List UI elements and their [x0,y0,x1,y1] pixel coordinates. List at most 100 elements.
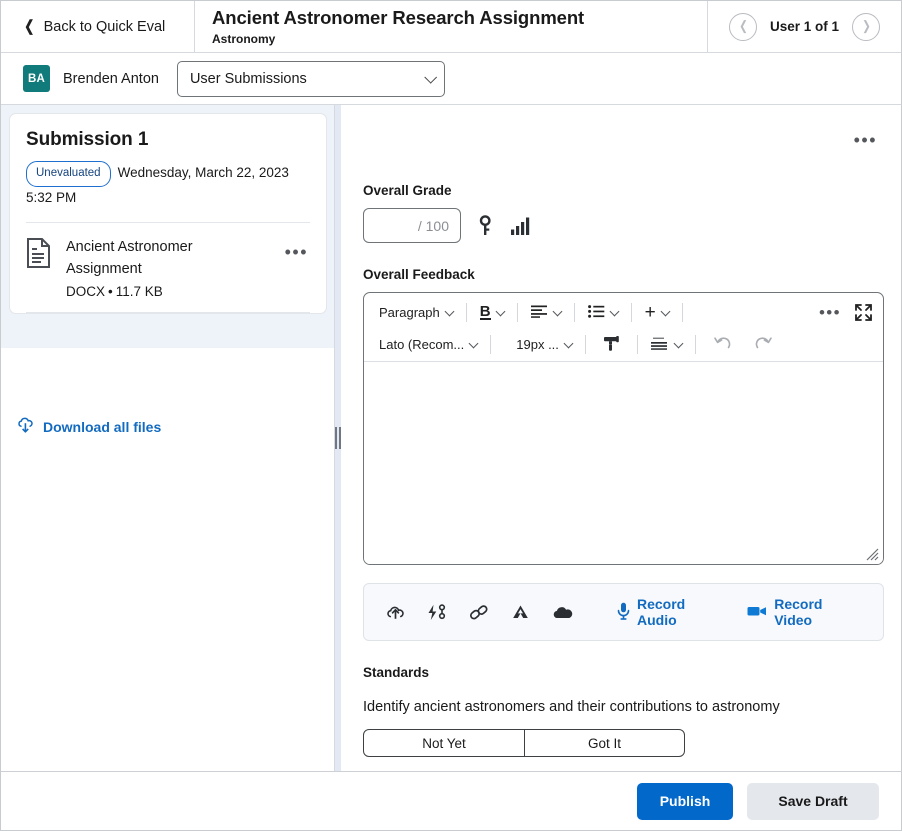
editor-toolbar-row-2: Lato (Recom... 19px ... [364,328,883,362]
file-type: DOCX [66,284,105,299]
next-user-button[interactable]: ❯ [852,13,880,41]
paragraph-style-value: Paragraph [379,305,440,320]
user-context-bar: BA Brenden Anton User Submissions [1,53,901,105]
file-name[interactable]: Ancient Astronomer Assignment [66,236,271,280]
toolbar-divider [682,303,683,322]
back-to-quick-eval-button[interactable]: ❮ Back to Quick Eval [1,1,195,52]
grade-statistics-icon[interactable] [510,216,532,236]
toolbar-divider [490,335,491,354]
font-family-value: Lato (Recom... [379,337,464,352]
insert-dropdown[interactable]: + [639,301,675,325]
undo-button[interactable] [703,333,743,357]
plus-icon: + [645,306,656,320]
chevron-down-icon [552,306,562,316]
page-title: Ancient Astronomer Research Assignment [212,7,707,28]
redo-icon [754,335,772,354]
bold-dropdown[interactable]: B [474,301,510,325]
font-size-value: 19px ... [516,337,559,352]
bulleted-list-icon [588,305,605,321]
list-dropdown[interactable] [582,301,624,325]
format-painter-icon [603,335,620,355]
toolbar-divider [585,335,586,354]
status-badge: Unevaluated [26,161,111,187]
font-family-dropdown[interactable]: Lato (Recom... [373,333,483,357]
standards-option-not-yet[interactable]: Not Yet [364,730,524,756]
view-selector-dropdown[interactable]: User Submissions [177,61,445,97]
insert-link-icon[interactable] [469,604,489,621]
bold-icon: B [480,305,491,320]
submissions-panel: Submission 1 UnevaluatedWednesday, March… [1,105,335,771]
file-meta: DOCX•11.7 KB [66,284,271,299]
back-button-label: Back to Quick Eval [44,19,166,35]
record-video-label: Record Video [774,596,861,628]
align-left-icon [531,305,548,321]
quicklink-icon[interactable] [427,604,447,621]
paragraph-style-dropdown[interactable]: Paragraph [373,301,459,325]
download-all-files-link[interactable]: Download all files [17,417,161,437]
toolbar-divider [466,303,467,322]
undo-icon [714,335,732,354]
save-draft-button[interactable]: Save Draft [747,783,879,820]
splitter-grip-icon [335,427,341,449]
overall-grade-label: Overall Grade [363,183,891,198]
more-options-icon[interactable]: ••• [811,308,849,318]
user-name-label: Brenden Anton [63,71,159,87]
resize-grip-icon[interactable] [865,547,879,561]
submission-file-row: Ancient Astronomer Assignment DOCX•11.7 … [26,222,310,313]
microphone-icon [617,602,630,623]
panel-splitter-handle[interactable] [335,105,341,771]
align-dropdown[interactable] [525,301,567,325]
standards-outcome-text: Identify ancient astronomers and their c… [363,699,891,715]
quick-eval-evaluation-window: ❮ Back to Quick Eval Ancient Astronomer … [0,0,902,831]
line-spacing-icon [651,337,669,353]
assignment-title-block: Ancient Astronomer Research Assignment A… [195,1,708,52]
chevron-down-icon [424,70,437,83]
overall-grade-input[interactable] [363,208,461,243]
video-camera-icon [747,604,767,621]
file-meta-separator: • [105,284,116,299]
standards-level-toggle: Not Yet Got It [363,729,685,757]
standards-option-got-it[interactable]: Got It [524,730,684,756]
chevron-right-icon: ❯ [862,19,871,32]
chevron-down-icon [673,338,683,348]
record-video-button[interactable]: Record Video [747,596,861,628]
user-navigation: ❮ User 1 of 1 ❯ [708,1,901,52]
toolbar-divider [637,335,638,354]
standards-label: Standards [363,665,891,680]
chevron-down-icon [495,306,505,316]
onedrive-icon[interactable] [552,605,573,620]
file-size: 11.7 KB [116,284,163,299]
file-options-menu[interactable]: ••• [285,246,310,258]
download-all-files-label: Download all files [43,419,161,435]
overall-feedback-label: Overall Feedback [363,267,891,282]
document-icon [26,238,52,273]
submission-card: Submission 1 UnevaluatedWednesday, March… [9,113,327,314]
google-drive-icon[interactable] [511,604,530,621]
chevron-left-icon: ❮ [739,19,748,32]
publish-button[interactable]: Publish [637,783,733,820]
format-painter-button[interactable] [593,333,630,357]
submission-title: Submission 1 [26,129,310,151]
toolbar-divider [517,303,518,322]
font-size-dropdown[interactable]: 19px ... [498,333,578,357]
evaluation-options-menu[interactable]: ••• [854,134,877,146]
line-spacing-dropdown[interactable] [645,333,688,357]
attachment-toolbar: Record Audio Record Video [363,583,884,641]
toolbar-divider [695,335,696,354]
rubric-key-icon[interactable] [478,215,493,237]
course-name: Astronomy [212,32,707,46]
redo-button[interactable] [743,333,783,357]
upload-file-icon[interactable] [386,604,405,621]
evaluation-panel: ••• Overall Grade [335,105,901,771]
avatar: BA [23,65,50,92]
submission-meta: UnevaluatedWednesday, March 22, 2023 5:3… [26,161,310,208]
previous-user-button[interactable]: ❮ [729,13,757,41]
chevron-down-icon [444,306,454,316]
feedback-text-area[interactable] [364,362,883,564]
record-audio-button[interactable]: Record Audio [617,596,725,628]
fullscreen-icon[interactable] [849,301,874,325]
file-info: Ancient Astronomer Assignment DOCX•11.7 … [66,236,271,299]
chevron-down-icon [469,338,479,348]
chevron-down-icon [563,338,573,348]
chevron-left-icon: ❮ [24,19,34,34]
